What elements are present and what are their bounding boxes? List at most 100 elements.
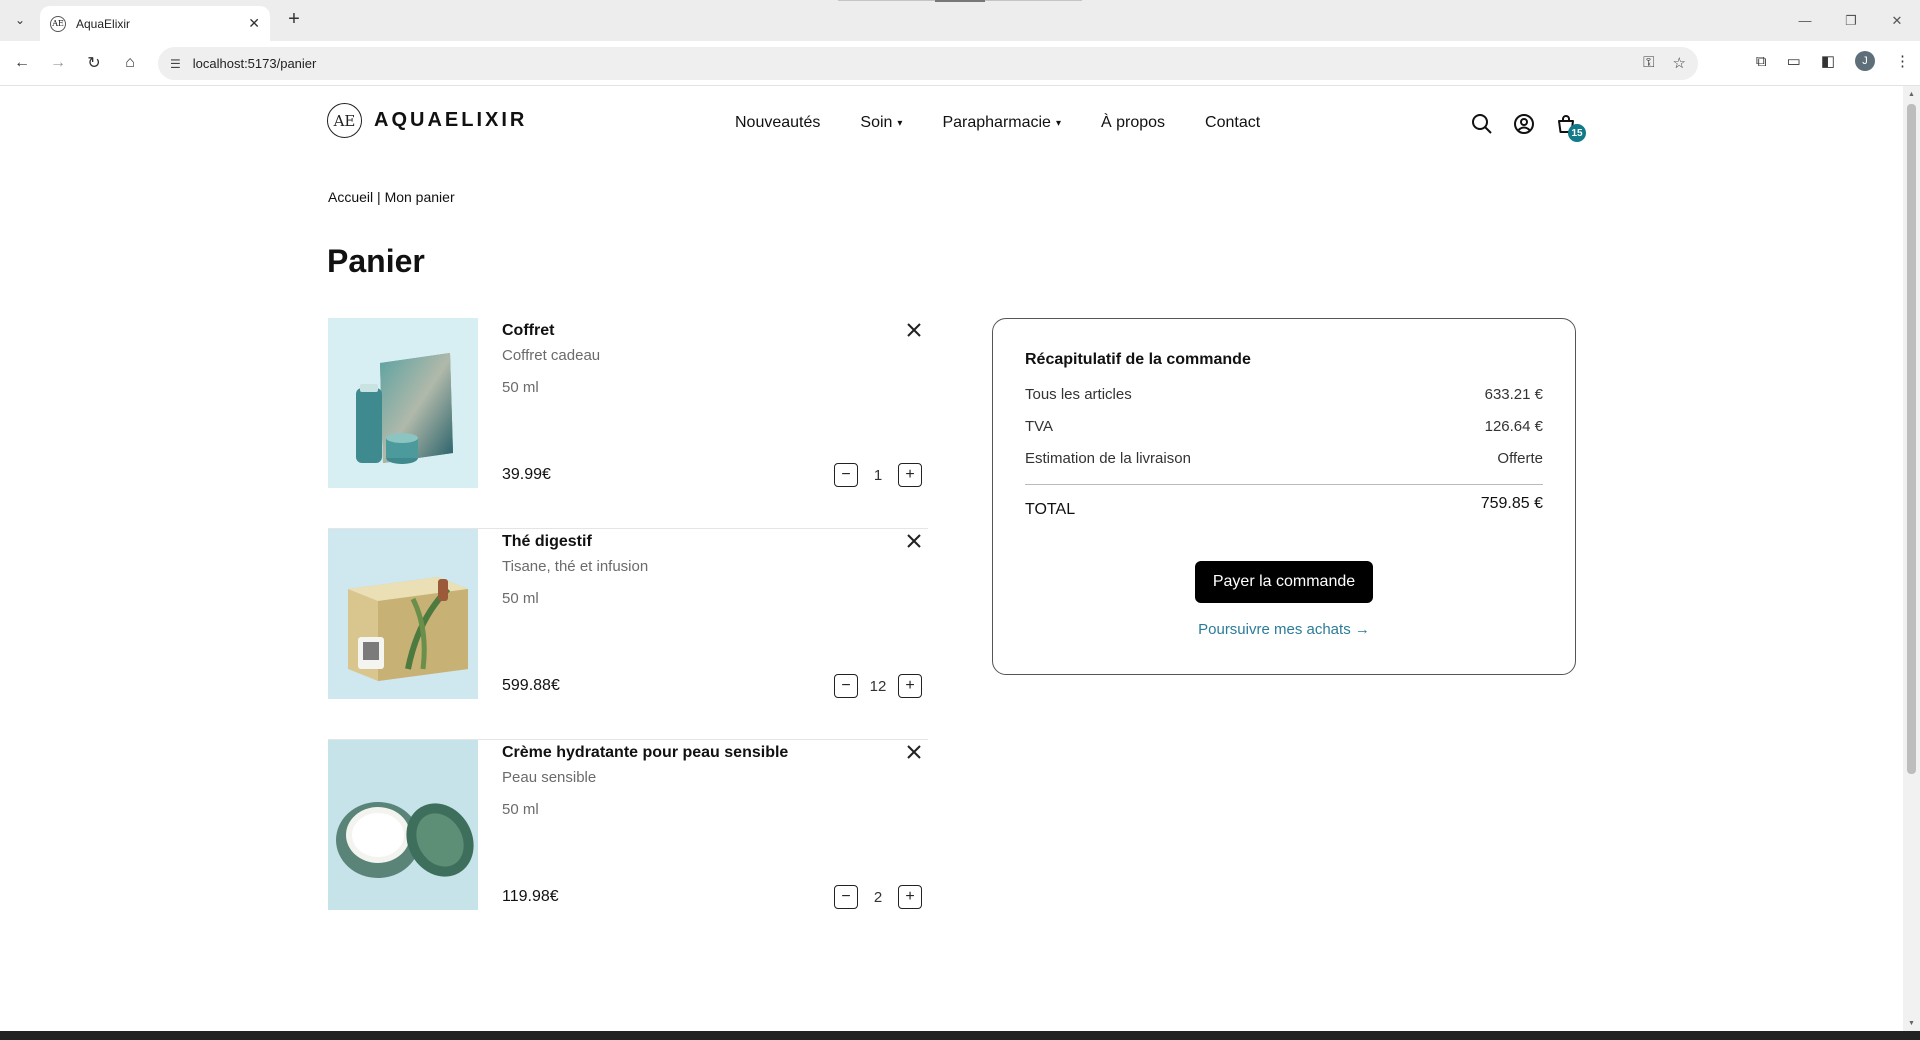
tab-favicon-icon: AE xyxy=(50,15,66,32)
summary-divider xyxy=(1025,484,1543,485)
remove-item-icon[interactable] xyxy=(904,531,924,551)
bookmark-star-icon[interactable]: ☆ xyxy=(1673,54,1686,72)
increase-quantity-button[interactable]: + xyxy=(898,674,922,698)
quantity-value: 12 xyxy=(869,677,887,695)
quantity-stepper: − 2 + xyxy=(834,885,922,909)
decrease-quantity-button[interactable]: − xyxy=(834,674,858,698)
logo-text: AQUAELIXIR xyxy=(374,109,528,131)
summary-title: Récapitulatif de la commande xyxy=(1025,351,1251,368)
restore-icon[interactable]: ❐ xyxy=(1828,0,1874,41)
item-price: 119.98€ xyxy=(502,888,559,905)
item-category: Tisane, thé et infusion xyxy=(502,558,649,575)
item-name[interactable]: Thé digestif xyxy=(502,533,592,551)
address-bar[interactable]: ☰ localhost:5173/panier ⚿ ☆ xyxy=(158,47,1698,80)
total-label: TOTAL xyxy=(1025,501,1076,518)
nav-label: Soin xyxy=(860,114,893,131)
product-image-creme-hydratante[interactable] xyxy=(328,740,478,910)
quantity-stepper: − 12 + xyxy=(834,674,922,698)
decrease-quantity-button[interactable]: − xyxy=(834,885,858,909)
scroll-up-arrow-icon[interactable]: ▲ xyxy=(1908,91,1915,98)
cart-icon[interactable]: 15 xyxy=(1554,112,1586,142)
window-controls: — ❐ ✕ xyxy=(1782,0,1920,41)
home-icon[interactable]: ⌂ xyxy=(118,51,142,75)
site-info-icon[interactable]: ☰ xyxy=(170,57,181,71)
nav-item-soin[interactable]: Soin ▾ xyxy=(860,114,902,132)
browser-menu-icon[interactable]: ⋮ xyxy=(1895,52,1910,70)
remove-item-icon[interactable] xyxy=(904,742,924,762)
item-volume: 50 ml xyxy=(502,379,539,396)
summary-total-row: TOTAL 759.85 € xyxy=(1025,495,1543,519)
increase-quantity-button[interactable]: + xyxy=(898,463,922,487)
remove-item-icon[interactable] xyxy=(904,320,924,340)
item-volume: 50 ml xyxy=(502,590,539,607)
tab-close-icon[interactable]: ✕ xyxy=(248,15,260,32)
summary-value: 126.64 € xyxy=(1484,418,1543,435)
product-image-coffret[interactable] xyxy=(328,318,478,488)
summary-label: Estimation de la livraison xyxy=(1025,450,1191,467)
quantity-stepper: − 1 + xyxy=(834,463,922,487)
scrollbar-thumb[interactable] xyxy=(1907,104,1916,774)
cart-item: Coffret Coffret cadeau 50 ml 39.99€ − 1 … xyxy=(328,318,928,529)
page-title: Panier xyxy=(327,243,425,279)
profile-avatar[interactable]: J xyxy=(1855,51,1875,71)
site-logo[interactable]: AE AQUAELIXIR xyxy=(327,103,527,138)
reload-icon[interactable]: ↻ xyxy=(82,51,106,75)
breadcrumb-separator: | xyxy=(377,189,381,205)
browser-tab[interactable]: AE AquaElixir ✕ xyxy=(40,6,270,41)
continue-shopping-link[interactable]: Poursuivre mes achats → xyxy=(993,621,1575,638)
search-icon[interactable] xyxy=(1470,112,1494,136)
product-image-the-digestif[interactable] xyxy=(328,529,478,699)
side-panel-icon[interactable]: ◧ xyxy=(1821,52,1835,70)
extensions-icon[interactable]: ⧉ xyxy=(1756,53,1767,70)
nav-item-a-propos[interactable]: À propos xyxy=(1101,114,1165,132)
cart-item: Crème hydratante pour peau sensible Peau… xyxy=(328,740,928,951)
account-icon[interactable] xyxy=(1512,112,1536,136)
tab-search-icon[interactable]: ⌄ xyxy=(8,8,32,32)
item-name[interactable]: Crème hydratante pour peau sensible xyxy=(502,744,788,762)
order-summary: Récapitulatif de la commande Tous les ar… xyxy=(992,318,1576,675)
cast-icon[interactable]: ▭ xyxy=(1787,52,1801,70)
item-volume: 50 ml xyxy=(502,801,539,818)
nav-item-nouveautes[interactable]: Nouveautés xyxy=(735,114,820,132)
logo-mark-icon: AE xyxy=(327,103,362,138)
tab-title: AquaElixir xyxy=(76,16,131,31)
browser-tabbar: ⌄ AE AquaElixir ✕ + — ❐ ✕ xyxy=(0,0,1920,41)
item-category: Coffret cadeau xyxy=(502,347,601,364)
summary-label: TVA xyxy=(1025,418,1054,435)
nav-label: Parapharmacie xyxy=(942,114,1051,131)
forward-icon[interactable]: → xyxy=(46,51,70,75)
total-value: 759.85 € xyxy=(1480,495,1543,512)
quantity-value: 2 xyxy=(873,888,883,906)
quantity-value: 1 xyxy=(873,466,883,484)
increase-quantity-button[interactable]: + xyxy=(898,885,922,909)
nav-label: À propos xyxy=(1100,114,1166,131)
summary-row-tva: TVA 126.64 € xyxy=(1025,418,1543,435)
url-text[interactable]: localhost:5173/panier xyxy=(193,56,317,71)
decrease-quantity-button[interactable]: − xyxy=(834,463,858,487)
minimize-icon[interactable]: — xyxy=(1782,0,1828,41)
nav-item-parapharmacie[interactable]: Parapharmacie ▾ xyxy=(942,114,1061,132)
back-icon[interactable]: ← xyxy=(10,51,34,75)
item-category: Peau sensible xyxy=(502,769,597,786)
password-key-icon[interactable]: ⚿ xyxy=(1643,54,1654,72)
item-name[interactable]: Coffret xyxy=(502,322,554,340)
item-price: 39.99€ xyxy=(502,466,551,483)
summary-row-subtotal: Tous les articles 633.21 € xyxy=(1025,386,1543,403)
cart-count-badge: 15 xyxy=(1568,124,1586,142)
main-nav: Nouveautés Soin ▾ Parapharmacie ▾ À propos… xyxy=(735,114,1300,132)
pay-order-button[interactable]: Payer la commande xyxy=(1195,561,1373,603)
browser-toolbar: ← → ↻ ⌂ ☰ localhost:5173/panier ⚿ ☆ ⧉ ▭ … xyxy=(0,41,1920,86)
scroll-down-arrow-icon[interactable]: ▼ xyxy=(1908,1020,1915,1027)
page-scrollbar[interactable]: ▲ ▼ xyxy=(1903,86,1920,1031)
breadcrumb-home[interactable]: Accueil xyxy=(328,189,373,205)
close-window-icon[interactable]: ✕ xyxy=(1874,0,1920,41)
new-tab-icon[interactable]: + xyxy=(282,8,306,31)
nav-item-contact[interactable]: Contact xyxy=(1205,114,1260,132)
nav-label: Nouveautés xyxy=(735,114,821,131)
summary-row-shipping: Estimation de la livraison Offerte xyxy=(1025,450,1543,467)
nav-label: Contact xyxy=(1205,114,1261,131)
cart-item: Thé digestif Tisane, thé et infusion 50 … xyxy=(328,529,928,740)
item-price: 599.88€ xyxy=(502,677,560,694)
chevron-down-icon: ▾ xyxy=(897,117,903,129)
breadcrumb-current: Mon panier xyxy=(384,189,455,205)
